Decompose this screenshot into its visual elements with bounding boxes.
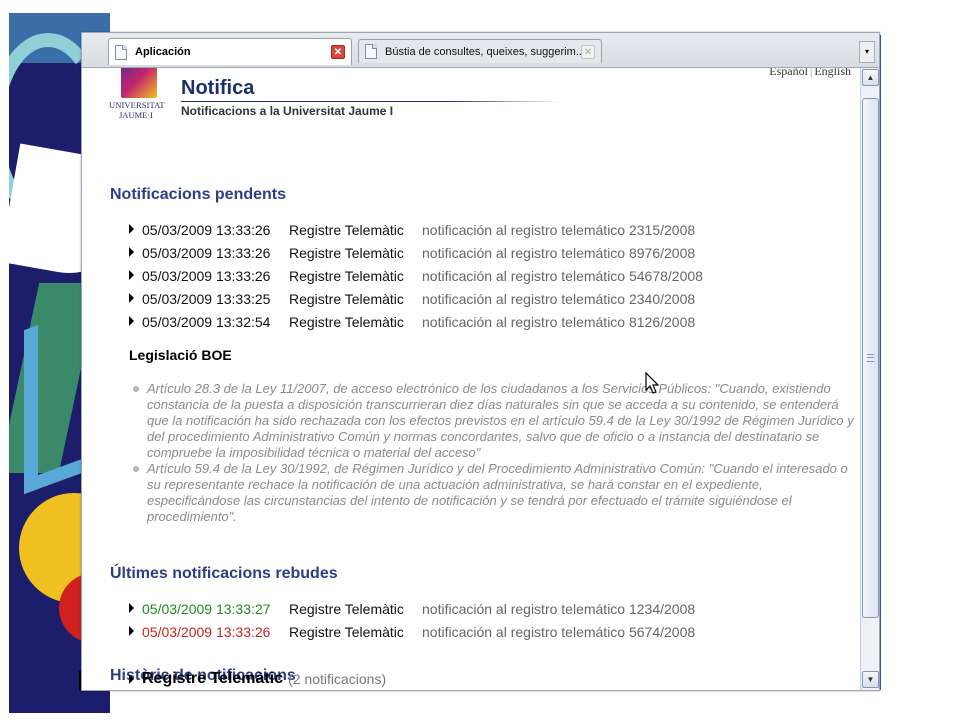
close-icon[interactable]: ✕	[331, 45, 345, 59]
university-logo[interactable]: UNIVERSITAT JAUME·I	[109, 68, 169, 121]
tab-label: Aplicación	[135, 46, 191, 58]
tab-label: Bústia de consultes, queixes, suggerim..…	[385, 45, 581, 58]
history-entry[interactable]: Registre Telemàtic (2 notificacions)	[129, 670, 386, 688]
history-entry-count: (2 notificacions)	[288, 671, 387, 687]
scroll-up-icon[interactable]: ▲	[862, 69, 879, 86]
row-date: 05/03/2009 13:33:26	[142, 624, 271, 640]
close-icon[interactable]: ✕	[581, 44, 595, 59]
row-registry: Registre Telemàtic	[289, 268, 404, 284]
language-switch: Español | English	[769, 68, 851, 79]
row-registry: Registre Telemàtic	[289, 222, 404, 238]
expand-arrow-icon[interactable]	[129, 247, 134, 257]
tab-list-dropdown-icon[interactable]: ▾	[859, 41, 875, 63]
app-subtitle: Notificacions a la Universitat Jaume I	[181, 104, 394, 118]
row-date: 05/03/2009 13:33:27	[142, 601, 271, 617]
expand-arrow-icon[interactable]	[129, 603, 134, 613]
pending-row[interactable]: 05/03/2009 13:33:25 Registre Telemàtic n…	[129, 290, 695, 308]
tab-bar: Aplicación ✕ Bústia de consultes, queixe…	[82, 33, 879, 68]
logo-text-line1: UNIVERSITAT	[109, 100, 165, 110]
pending-row[interactable]: 05/03/2009 13:33:26 Registre Telemàtic n…	[129, 267, 703, 285]
vertical-scrollbar[interactable]: ▲ ▼	[860, 68, 879, 690]
row-date: 05/03/2009 13:32:54	[142, 314, 271, 330]
row-date: 05/03/2009 13:33:26	[142, 268, 271, 284]
app-title: Notifica	[181, 77, 255, 99]
scroll-down-icon[interactable]: ▼	[862, 671, 879, 688]
received-row[interactable]: 05/03/2009 13:33:27 Registre Telemàtic n…	[129, 600, 695, 618]
scroll-thumb[interactable]	[862, 98, 879, 618]
row-description: notificación al registro telemático 5674…	[422, 624, 696, 640]
row-description: notificación al registro telemático 1234…	[422, 601, 696, 617]
expand-arrow-icon[interactable]	[129, 224, 134, 234]
grip-icon	[867, 354, 874, 362]
row-description: notificación al registro telemático 5467…	[422, 268, 703, 284]
expand-arrow-icon[interactable]	[129, 316, 134, 326]
row-registry: Registre Telemàtic	[289, 314, 404, 330]
row-registry: Registre Telemàtic	[289, 291, 404, 307]
received-section-title: Últimes notificacions rebudes	[110, 565, 338, 582]
logo-text-line2: JAUME·I	[119, 110, 153, 120]
legislation-item: Artículo 59.4 de la Ley 30/1992, de Régi…	[131, 461, 855, 525]
popup-window: Aplicación ✕ Bústia de consultes, queixe…	[81, 32, 880, 691]
legislation-title: Legislació BOE	[129, 347, 232, 363]
lang-es-link[interactable]: Español	[769, 68, 808, 78]
row-date: 05/03/2009 13:33:25	[142, 291, 271, 307]
page-content: Español | English UNIVERSITAT JAUME·I Noti…	[82, 68, 859, 690]
legislation-list: Artículo 28.3 de la Ley 11/2007, de acce…	[131, 381, 855, 525]
row-description: notificación al registro telemático 8126…	[422, 314, 696, 330]
pending-row[interactable]: 05/03/2009 13:32:54 Registre Telemàtic n…	[129, 313, 695, 331]
pending-section-title: Notificacions pendents	[110, 186, 287, 203]
tab-aplicacion[interactable]: Aplicación ✕	[108, 38, 352, 65]
history-entry-name: Registre Telemàtic	[142, 670, 284, 687]
expand-arrow-icon[interactable]	[129, 674, 134, 684]
row-description: notificación al registro telemático 8976…	[422, 245, 696, 261]
page-icon	[115, 44, 127, 60]
row-date: 05/03/2009 13:33:26	[142, 245, 271, 261]
legislation-item: Artículo 28.3 de la Ley 11/2007, de acce…	[131, 381, 855, 461]
row-description: notificación al registro telemático 2315…	[422, 222, 696, 238]
pending-row[interactable]: 05/03/2009 13:33:26 Registre Telemàtic n…	[129, 221, 695, 239]
pending-row[interactable]: 05/03/2009 13:33:26 Registre Telemàtic n…	[129, 244, 695, 262]
page-icon	[365, 44, 377, 59]
received-row[interactable]: 05/03/2009 13:33:26 Registre Telemàtic n…	[129, 623, 695, 641]
expand-arrow-icon[interactable]	[129, 626, 134, 636]
lang-separator: |	[809, 68, 813, 78]
expand-arrow-icon[interactable]	[129, 270, 134, 280]
title-divider	[181, 101, 561, 102]
row-registry: Registre Telemàtic	[289, 245, 404, 261]
tab-bustia[interactable]: Bústia de consultes, queixes, suggerim..…	[358, 39, 602, 63]
lang-en-link[interactable]: English	[814, 68, 851, 78]
row-registry: Registre Telemàtic	[289, 601, 404, 617]
expand-arrow-icon[interactable]	[129, 293, 134, 303]
row-description: notificación al registro telemático 2340…	[422, 291, 696, 307]
logo-mark-icon	[121, 68, 157, 98]
row-date: 05/03/2009 13:33:26	[142, 222, 271, 238]
row-registry: Registre Telemàtic	[289, 624, 404, 640]
